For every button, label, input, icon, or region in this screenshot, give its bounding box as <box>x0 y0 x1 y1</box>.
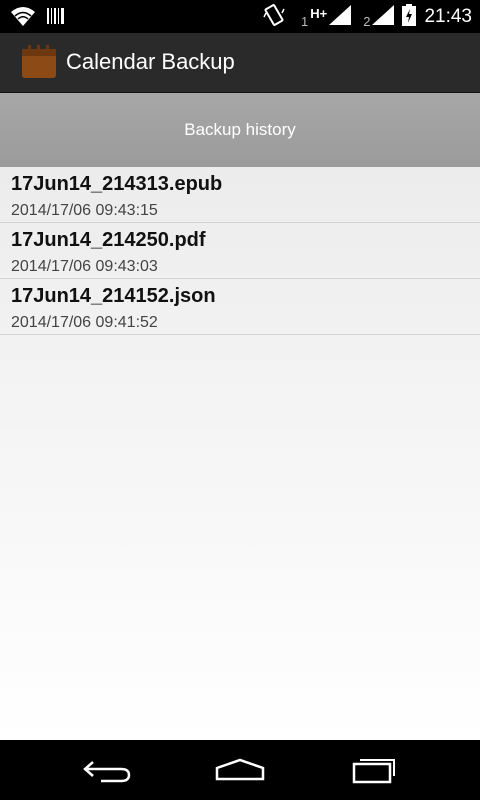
backup-history-label: Backup history <box>184 120 296 139</box>
app-title: Calendar Backup <box>66 49 235 74</box>
battery-charging-icon <box>402 3 417 31</box>
network-type: H+ <box>310 5 328 21</box>
wifi-icon <box>10 5 36 32</box>
action-bar: Calendar Backup <box>0 33 480 93</box>
backup-file-name: 17Jun14_214250.pdf <box>11 229 206 251</box>
clock: 21:43 <box>424 6 472 27</box>
signal-icon <box>372 4 395 30</box>
sim2-label: 2 <box>363 13 371 29</box>
sim1-label: 1 <box>301 13 309 29</box>
list-item[interactable]: 17Jun14_214152.json 2014/17/06 09:41:52 <box>0 279 480 335</box>
vibrate-icon <box>263 3 285 32</box>
backup-list: 17Jun14_214313.epub 2014/17/06 09:43:15 … <box>0 167 480 740</box>
backup-date: 2014/17/06 09:43:15 <box>11 202 158 219</box>
barcode-icon <box>46 6 66 31</box>
recent-apps-icon[interactable] <box>346 754 402 786</box>
status-bar: 1 H+ 2 21:43 <box>0 0 480 33</box>
home-icon[interactable] <box>212 754 268 786</box>
signal-icon <box>329 4 352 30</box>
backup-history-button[interactable]: Backup history <box>0 93 480 167</box>
navigation-bar <box>0 740 480 800</box>
calendar-backup-app-icon[interactable] <box>21 45 57 79</box>
backup-file-name: 17Jun14_214152.json <box>11 285 216 307</box>
backup-date: 2014/17/06 09:43:03 <box>11 258 158 275</box>
list-item[interactable]: 17Jun14_214313.epub 2014/17/06 09:43:15 <box>0 167 480 223</box>
backup-file-name: 17Jun14_214313.epub <box>11 173 223 195</box>
list-item[interactable]: 17Jun14_214250.pdf 2014/17/06 09:43:03 <box>0 223 480 279</box>
back-icon[interactable] <box>79 754 135 786</box>
backup-date: 2014/17/06 09:41:52 <box>11 314 158 331</box>
